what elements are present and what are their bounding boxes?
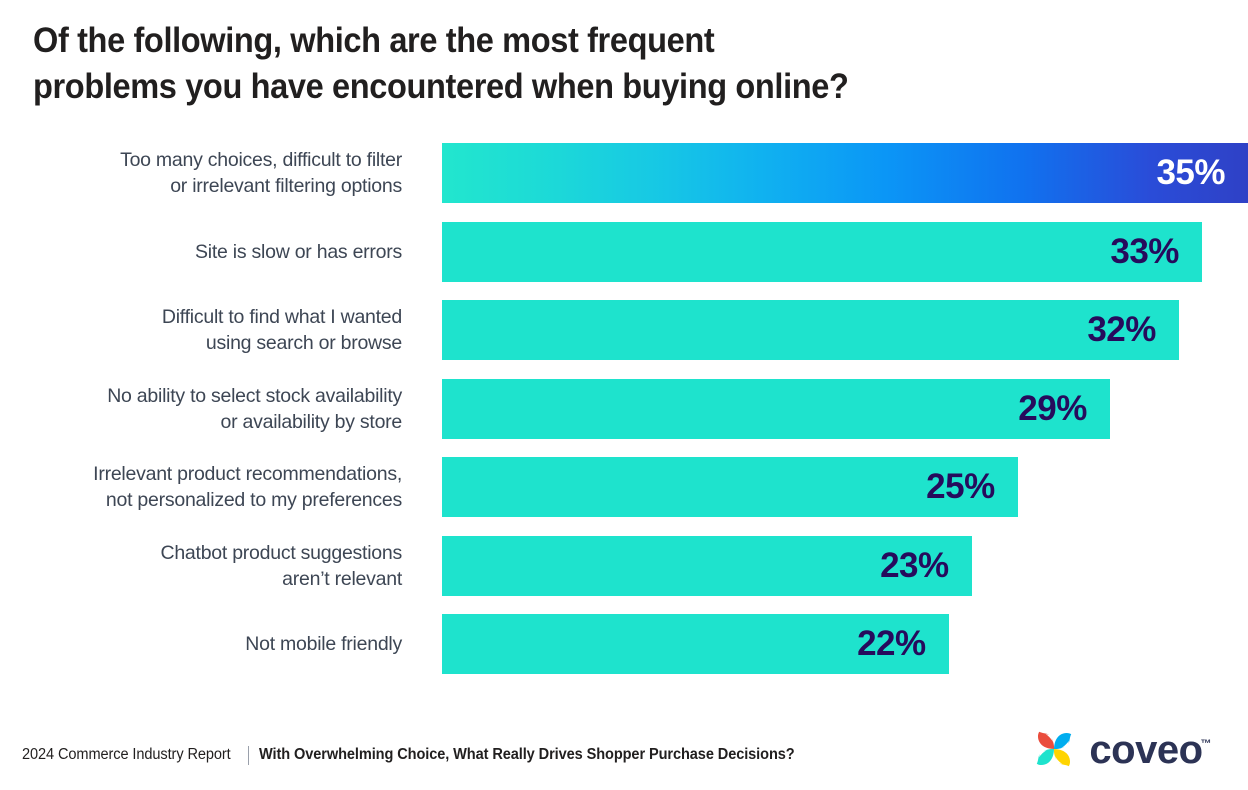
bar-fill[interactable]: 29% — [442, 378, 1110, 439]
bar-category-label: Chatbot product suggestions aren’t relev… — [160, 541, 403, 590]
bar-fill[interactable]: 25% — [442, 457, 1018, 517]
bar-row: Site is slow or has errors 33% — [0, 221, 1248, 282]
coveo-pinwheel-icon — [1037, 731, 1072, 767]
bar-value-label: 22% — [857, 624, 926, 663]
chart-page: Of the following, which are the most fre… — [0, 0, 1248, 790]
trademark-symbol: ™ — [1200, 738, 1212, 750]
footer-divider — [247, 745, 249, 765]
bar-track: 35% — [442, 143, 1248, 203]
bar-category-label: Irrelevant product recommendations, not … — [93, 463, 402, 511]
bar-category-label: No ability to select stock availability … — [107, 384, 402, 433]
page-title: Of the following, which are the most fre… — [33, 21, 849, 106]
bar-track: 22% — [442, 614, 1248, 674]
bar-row: Too many choices, difficult to filter or… — [0, 143, 1248, 203]
bar-track: 29% — [442, 378, 1248, 439]
bar-chart: Too many choices, difficult to filter or… — [0, 143, 1248, 683]
bar-category-label: Site is slow or has errors — [195, 240, 402, 263]
bar-fill[interactable]: 35% — [442, 143, 1248, 203]
bar-row: Chatbot product suggestions aren’t relev… — [0, 535, 1248, 596]
bar-fill[interactable]: 23% — [442, 535, 972, 596]
bar-category-label: Difficult to find what I wanted using se… — [161, 306, 402, 354]
bar-value-label: 35% — [1156, 153, 1225, 192]
bar-value-label: 33% — [1110, 231, 1179, 271]
bar-row: Difficult to find what I wanted using se… — [0, 300, 1248, 360]
coveo-wordmark-text: coveo — [1089, 728, 1203, 772]
bar-row: Not mobile friendly 22% — [0, 614, 1248, 674]
bar-fill[interactable]: 33% — [442, 221, 1202, 282]
bar-value-label: 23% — [880, 545, 949, 585]
bar-value-label: 32% — [1087, 310, 1156, 349]
footer-report-label: 2024 Commerce Industry Report — [22, 746, 231, 763]
footer-subtitle-label: With Overwhelming Choice, What Really Dr… — [258, 746, 795, 763]
bar-row: No ability to select stock availability … — [0, 378, 1248, 439]
bar-category-label: Not mobile friendly — [245, 633, 402, 655]
bar-row: Irrelevant product recommendations, not … — [0, 457, 1248, 517]
footer: 2024 Commerce Industry Report With Overw… — [22, 742, 1022, 768]
bar-category-label: Too many choices, difficult to filter or… — [120, 149, 402, 197]
bar-track: 25% — [442, 457, 1248, 517]
bar-value-label: 25% — [926, 467, 995, 506]
bar-track: 32% — [442, 300, 1248, 360]
bar-fill[interactable]: 32% — [442, 300, 1179, 360]
bar-track: 23% — [442, 535, 1248, 596]
bar-value-label: 29% — [1018, 388, 1087, 428]
bar-fill[interactable]: 22% — [442, 614, 949, 674]
bar-track: 33% — [442, 221, 1248, 282]
coveo-wordmark: coveo™ — [1089, 730, 1213, 770]
coveo-logo: coveo™ — [1033, 728, 1213, 770]
